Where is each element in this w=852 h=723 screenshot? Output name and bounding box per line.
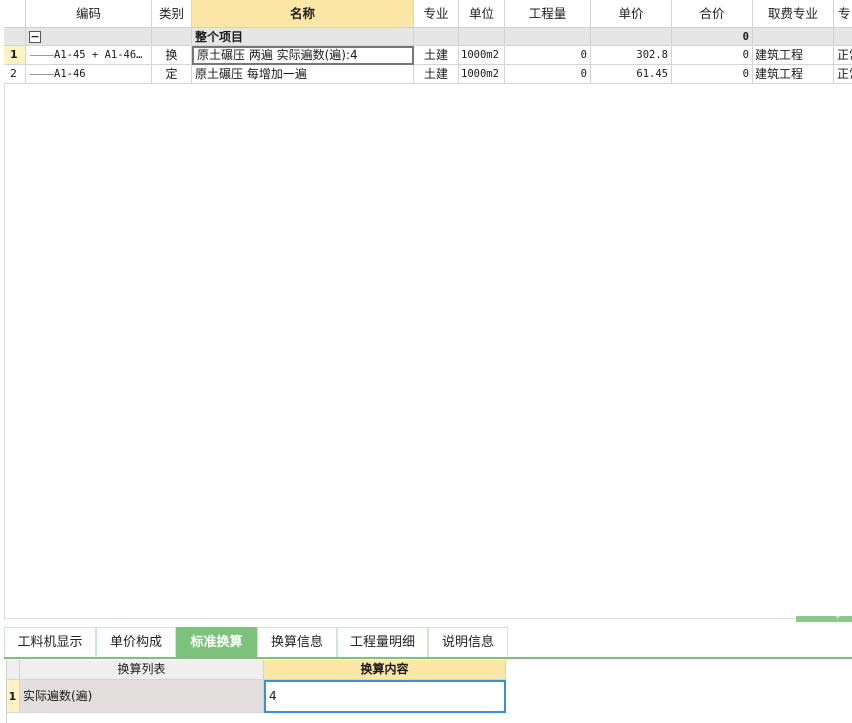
row-price[interactable]: 61.45 [591,65,672,84]
main-grid: 编码 类别 名称 专业 单位 工程量 单价 合价 取费专业 专 − 整个项目 0… [4,0,852,84]
row-unit[interactable]: 1000m2 [459,46,505,65]
header-major[interactable]: 专业 [414,0,459,28]
header-unit[interactable]: 单位 [459,0,505,28]
collapse-toggle-icon[interactable]: − [29,31,41,43]
group-total: 0 [672,28,753,46]
pane-splitter[interactable] [4,618,852,619]
header-price[interactable]: 单价 [591,0,672,28]
conv-header-list[interactable]: 换算列表 [20,660,264,680]
row-fee-major[interactable]: 建筑工程 [753,46,834,65]
tab-material[interactable]: 工料机显示 [4,627,96,658]
grid-left-border [4,84,5,620]
conv-row-index[interactable]: 1 [6,680,20,713]
row-total: 0 [672,65,753,84]
conv-header-content[interactable]: 换算内容 [264,660,506,680]
row-extra[interactable]: 正常 [834,65,852,84]
row-index[interactable]: 1 [4,46,26,65]
conv-grid-left-border [6,660,7,723]
header-fee-major[interactable]: 取费专业 [753,0,834,28]
tab-bar-underline [4,657,852,659]
row-code[interactable]: A1-46 [26,65,152,84]
tab-unit-price[interactable]: 单价构成 [96,627,176,658]
header-corner [4,0,26,28]
tab-description[interactable]: 说明信息 [428,627,508,658]
splitter-grip-icon[interactable]: ⌄ [796,611,852,622]
row-major[interactable]: 土建 [414,46,459,65]
header-total[interactable]: 合价 [672,0,753,28]
row-qty[interactable]: 0 [505,65,591,84]
tab-conversion-info[interactable]: 换算信息 [257,627,337,658]
row-unit[interactable]: 1000m2 [459,65,505,84]
conv-value-input[interactable]: 4 [264,680,506,713]
row-name[interactable]: 原土碾压 两遍 实际遍数(遍):4 [192,46,414,65]
row-price[interactable]: 302.8 [591,46,672,65]
row-code[interactable]: A1-45 + A1-46… [26,46,152,65]
tab-quantity-detail[interactable]: 工程量明细 [337,627,428,658]
row-fee-major[interactable]: 建筑工程 [753,65,834,84]
conversion-grid: 换算列表 换算内容 1 实际遍数(遍) 4 [6,660,506,713]
row-qty[interactable]: 0 [505,46,591,65]
group-name[interactable]: 整个项目 [192,28,414,46]
conv-row-label: 实际遍数(遍) [20,680,264,713]
header-type[interactable]: 类别 [152,0,192,28]
row-extra[interactable]: 正常 [834,46,852,65]
row-name[interactable]: 原土碾压 每增加一遍 [192,65,414,84]
row-type[interactable]: 换 [152,46,192,65]
tab-standard-conversion[interactable]: 标准换算 [176,627,257,658]
header-name[interactable]: 名称 [192,0,414,28]
conv-header-corner [6,660,20,680]
group-row-code: − [26,28,152,46]
row-index[interactable]: 2 [4,65,26,84]
header-qty[interactable]: 工程量 [505,0,591,28]
header-code[interactable]: 编码 [26,0,152,28]
row-major[interactable]: 土建 [414,65,459,84]
row-type[interactable]: 定 [152,65,192,84]
header-extra[interactable]: 专 [834,0,852,28]
row-total: 0 [672,46,753,65]
group-row-marker [4,28,26,46]
